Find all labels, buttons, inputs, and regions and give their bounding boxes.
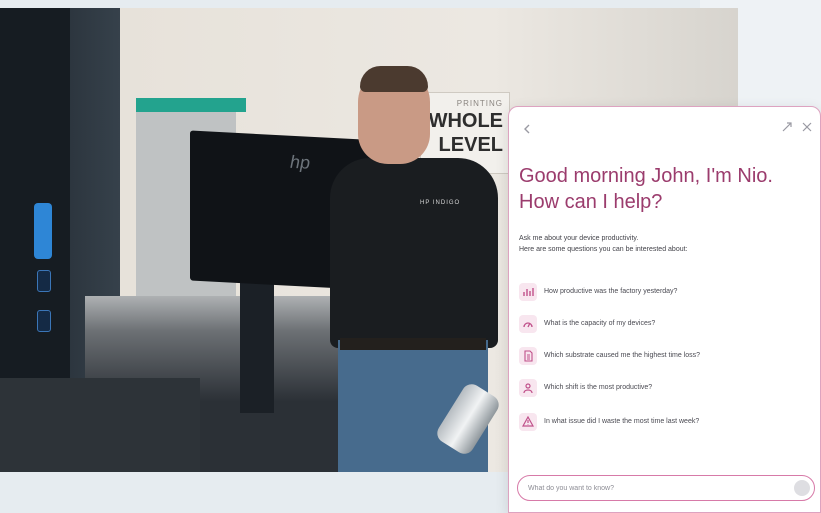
expand-icon[interactable] <box>781 121 793 133</box>
question-text: Which substrate caused me the highest ti… <box>544 352 701 359</box>
press-light-strip <box>34 203 52 259</box>
press-button <box>37 310 51 332</box>
photo-green-bar <box>136 98 246 112</box>
wall-sign-line-2: LEVEL <box>438 134 503 156</box>
greeting-line-2: How can I help? <box>519 191 663 213</box>
gauge-icon <box>519 315 537 333</box>
warning-icon <box>519 413 537 431</box>
document-icon <box>519 347 537 365</box>
suggested-question[interactable]: What is the capacity of my devices? <box>519 315 809 333</box>
question-text: What is the capacity of my devices? <box>544 320 656 327</box>
assistant-greeting: Good morning John, I'm Nio. How can I he… <box>519 163 809 215</box>
assistant-panel: Good morning John, I'm Nio. How can I he… <box>508 106 821 513</box>
chart-icon <box>519 283 537 301</box>
close-icon[interactable] <box>801 121 813 133</box>
suggested-question[interactable]: How productive was the factory yesterday… <box>519 283 809 301</box>
assistant-intro: Ask me about your device productivity. H… <box>519 233 809 255</box>
suggested-question[interactable]: In what issue did I waste the most time … <box>519 413 809 431</box>
send-icon[interactable] <box>794 480 810 496</box>
wall-sign-small: PRINTING <box>456 99 503 108</box>
operator-belt <box>340 338 486 350</box>
question-text: How productive was the factory yesterday… <box>544 288 678 295</box>
person-icon <box>519 379 537 397</box>
suggested-question[interactable]: Which shift is the most productive? <box>519 379 809 397</box>
operator-shirt <box>330 158 498 348</box>
assistant-header <box>509 107 820 147</box>
operator-hair <box>360 66 428 92</box>
question-text: In what issue did I waste the most time … <box>544 418 700 425</box>
question-input-box <box>517 475 815 501</box>
intro-line-1: Ask me about your device productivity. <box>519 235 639 242</box>
monitor-stand <box>240 283 274 413</box>
wall-sign-line-1: WHOLE <box>428 110 503 132</box>
greeting-line-1: Good morning John, I'm Nio. <box>519 165 773 187</box>
press-feeder <box>0 378 200 472</box>
question-text: Which shift is the most productive? <box>544 384 653 391</box>
question-input[interactable] <box>528 482 778 494</box>
monitor-logo: hp <box>290 151 311 173</box>
shirt-logo: HP INDIGO <box>420 200 461 206</box>
press-button <box>37 270 51 292</box>
suggested-question[interactable]: Which substrate caused me the highest ti… <box>519 347 809 365</box>
intro-line-2: Here are some questions you can be inter… <box>519 246 688 253</box>
back-arrow-icon[interactable] <box>521 123 533 135</box>
